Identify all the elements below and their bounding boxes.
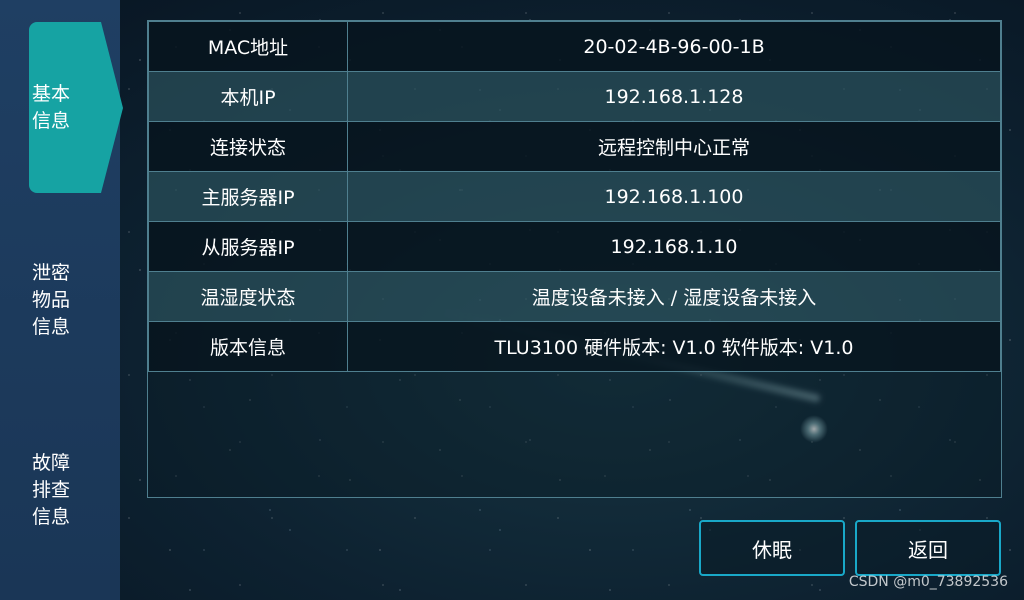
table-row: 版本信息 TLU3100 硬件版本: V1.0 软件版本: V1.0 bbox=[148, 321, 1001, 372]
row-label: 温湿度状态 bbox=[148, 271, 348, 322]
row-value: 20-02-4B-96-00-1B bbox=[347, 21, 1001, 72]
table-row: MAC地址 20-02-4B-96-00-1B bbox=[148, 21, 1001, 72]
table-row: 本机IP 192.168.1.128 bbox=[148, 71, 1001, 122]
sidebar-item-label: 基本 信息 bbox=[32, 81, 76, 135]
table-row: 从服务器IP 192.168.1.10 bbox=[148, 221, 1001, 272]
sidebar-item-label: 泄密 物品 信息 bbox=[32, 260, 76, 341]
sidebar-item-troubleshooting-info[interactable]: 故障 排查 信息 bbox=[29, 440, 101, 540]
row-value: 192.168.1.10 bbox=[347, 221, 1001, 272]
row-value: 192.168.1.128 bbox=[347, 71, 1001, 122]
device-info-screen: 基本 信息 泄密 物品 信息 故障 排查 信息 MAC地址 20-02-4B-9… bbox=[0, 0, 1024, 600]
sidebar-item-label-line: 信息 bbox=[32, 315, 71, 338]
row-label: 主服务器IP bbox=[148, 171, 348, 222]
sidebar-item-label-line: 故障 bbox=[32, 451, 71, 474]
row-value: 远程控制中心正常 bbox=[347, 121, 1001, 172]
sidebar: 基本 信息 泄密 物品 信息 故障 排查 信息 bbox=[0, 0, 123, 600]
sidebar-item-basic-info[interactable]: 基本 信息 bbox=[29, 22, 123, 193]
table-row: 温湿度状态 温度设备未接入 / 湿度设备未接入 bbox=[148, 271, 1001, 322]
row-label: 本机IP bbox=[148, 71, 348, 122]
sidebar-item-label-line: 基本 bbox=[32, 82, 71, 105]
row-label: MAC地址 bbox=[148, 21, 348, 72]
row-label: 连接状态 bbox=[148, 121, 348, 172]
row-label: 版本信息 bbox=[148, 321, 348, 372]
sidebar-item-label-line: 信息 bbox=[32, 109, 71, 132]
info-table: MAC地址 20-02-4B-96-00-1B 本机IP 192.168.1.1… bbox=[148, 21, 1001, 372]
sidebar-item-label-line: 物品 bbox=[32, 288, 71, 311]
back-button[interactable]: 返回 bbox=[855, 520, 1001, 576]
sidebar-item-label-line: 信息 bbox=[32, 505, 71, 528]
row-value: TLU3100 硬件版本: V1.0 软件版本: V1.0 bbox=[347, 321, 1001, 372]
row-label: 从服务器IP bbox=[148, 221, 348, 272]
sidebar-item-leak-items-info[interactable]: 泄密 物品 信息 bbox=[29, 250, 101, 350]
row-value: 192.168.1.100 bbox=[347, 171, 1001, 222]
table-row: 主服务器IP 192.168.1.100 bbox=[148, 171, 1001, 222]
sleep-button[interactable]: 休眠 bbox=[699, 520, 845, 576]
sidebar-item-label-line: 泄密 bbox=[32, 261, 71, 284]
row-value: 温度设备未接入 / 湿度设备未接入 bbox=[347, 271, 1001, 322]
sidebar-item-label-line: 排查 bbox=[32, 478, 71, 501]
info-panel: MAC地址 20-02-4B-96-00-1B 本机IP 192.168.1.1… bbox=[147, 20, 1002, 498]
table-row: 连接状态 远程控制中心正常 bbox=[148, 121, 1001, 172]
sidebar-item-label: 故障 排查 信息 bbox=[32, 450, 76, 531]
watermark: CSDN @m0_73892536 bbox=[848, 574, 1008, 590]
